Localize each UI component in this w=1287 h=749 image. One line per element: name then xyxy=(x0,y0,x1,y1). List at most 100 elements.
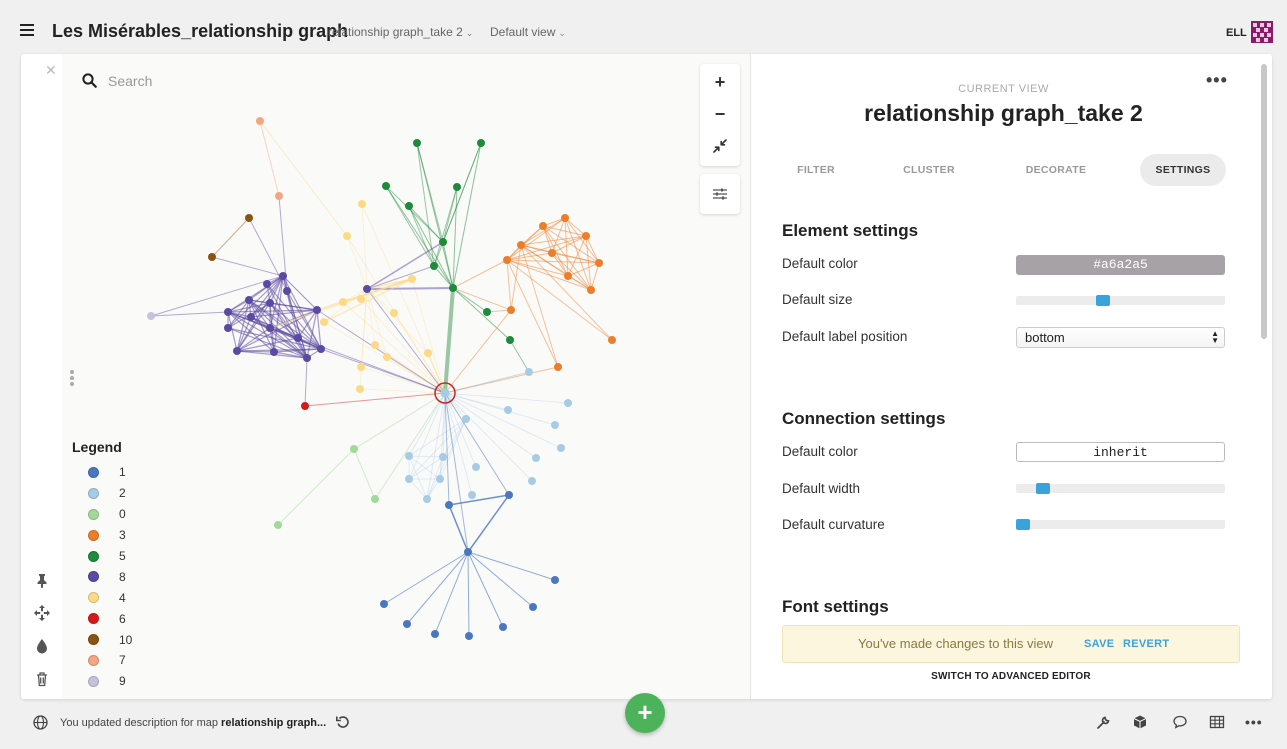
slider-thumb[interactable] xyxy=(1016,519,1030,530)
graph-edge[interactable] xyxy=(361,203,368,290)
graph-edge[interactable] xyxy=(304,357,308,407)
graph-edge[interactable] xyxy=(509,339,530,373)
graph-node[interactable] xyxy=(445,501,453,509)
close-icon[interactable]: ✕ xyxy=(45,62,57,79)
connection-default-color-field[interactable]: inherit xyxy=(1016,442,1225,462)
legend-item[interactable]: 8 xyxy=(72,566,132,587)
graph-node[interactable] xyxy=(608,336,616,344)
fit-to-screen-button[interactable] xyxy=(700,130,740,162)
graph-edge[interactable] xyxy=(360,366,446,394)
graph-node[interactable] xyxy=(371,495,379,503)
graph-edge[interactable] xyxy=(211,217,250,258)
graph-node[interactable] xyxy=(350,445,358,453)
graph-node[interactable] xyxy=(477,139,485,147)
graph-node[interactable] xyxy=(224,324,232,332)
cube-icon[interactable] xyxy=(1132,714,1148,730)
graph-node[interactable] xyxy=(548,249,556,257)
graph-node[interactable] xyxy=(317,345,325,353)
graph-node[interactable] xyxy=(439,238,447,246)
graph-edge[interactable] xyxy=(443,287,455,394)
slider-thumb[interactable] xyxy=(1035,483,1050,494)
graph-node[interactable] xyxy=(303,354,311,362)
graph-node[interactable] xyxy=(449,284,457,292)
graph-node[interactable] xyxy=(529,603,537,611)
undo-icon[interactable] xyxy=(336,715,350,734)
graph-node[interactable] xyxy=(551,576,559,584)
graph-node[interactable] xyxy=(256,117,264,125)
legend-item[interactable]: 6 xyxy=(72,608,132,629)
graph-edge[interactable] xyxy=(467,494,510,553)
graph-node[interactable] xyxy=(343,232,351,240)
zoom-in-button[interactable]: + xyxy=(700,66,740,98)
move-icon[interactable] xyxy=(34,605,50,621)
graph-edge[interactable] xyxy=(434,551,469,635)
graph-node[interactable] xyxy=(506,336,514,344)
graph-node[interactable] xyxy=(551,421,559,429)
graph-edge[interactable] xyxy=(433,142,482,267)
legend-item[interactable]: 10 xyxy=(72,629,132,650)
legend-item[interactable]: 5 xyxy=(72,546,132,567)
graph-node[interactable] xyxy=(357,363,365,371)
graph-edge[interactable] xyxy=(520,244,559,368)
drag-handle[interactable] xyxy=(70,370,74,388)
save-button[interactable]: SAVE xyxy=(1084,626,1114,662)
graph-edge[interactable] xyxy=(452,287,488,313)
graph-node[interactable] xyxy=(532,454,540,462)
graph-node[interactable] xyxy=(356,385,364,393)
tab-cluster[interactable]: CLUSTER xyxy=(889,154,969,186)
graph-node[interactable] xyxy=(413,139,421,147)
graph-node[interactable] xyxy=(440,388,450,398)
graph-node[interactable] xyxy=(504,406,512,414)
graph-edge[interactable] xyxy=(359,388,446,394)
graph-node[interactable] xyxy=(147,312,155,320)
graph-node[interactable] xyxy=(245,214,253,222)
legend-item[interactable]: 3 xyxy=(72,525,132,546)
legend-item[interactable]: 4 xyxy=(72,587,132,608)
graph-node[interactable] xyxy=(561,214,569,222)
graph-node[interactable] xyxy=(462,415,470,423)
graph-edge[interactable] xyxy=(467,551,470,637)
graph-node[interactable] xyxy=(505,491,513,499)
graph-node[interactable] xyxy=(320,318,328,326)
more-options-icon[interactable]: ••• xyxy=(1245,714,1262,730)
graph-edge[interactable] xyxy=(383,551,469,605)
graph-node[interactable] xyxy=(503,256,511,264)
connection-curvature-slider[interactable] xyxy=(1016,519,1225,530)
graph-node[interactable] xyxy=(301,402,309,410)
graph-node[interactable] xyxy=(403,620,411,628)
graph-node[interactable] xyxy=(525,368,533,376)
graph-node[interactable] xyxy=(405,475,413,483)
graph-node[interactable] xyxy=(266,299,274,307)
graph-edge[interactable] xyxy=(259,120,280,197)
graph-node[interactable] xyxy=(371,341,379,349)
graph-node[interactable] xyxy=(224,308,232,316)
tab-filter[interactable]: FILTER xyxy=(781,154,851,186)
graph-node[interactable] xyxy=(517,241,525,249)
graph-edge[interactable] xyxy=(467,551,556,581)
legend-item[interactable]: 1 xyxy=(72,462,132,483)
graph-node[interactable] xyxy=(436,475,444,483)
graph-node[interactable] xyxy=(528,477,536,485)
graph-node[interactable] xyxy=(208,253,216,261)
graph-edge[interactable] xyxy=(277,448,355,526)
zoom-out-button[interactable]: − xyxy=(700,98,740,130)
graph-node[interactable] xyxy=(274,521,282,529)
add-element-button[interactable]: + xyxy=(625,693,665,733)
graph-edge[interactable] xyxy=(467,551,534,608)
graph-edge[interactable] xyxy=(452,142,482,289)
graph-node[interactable] xyxy=(483,308,491,316)
graph-node[interactable] xyxy=(465,632,473,640)
graph-node[interactable] xyxy=(283,287,291,295)
graph-node[interactable] xyxy=(263,280,271,288)
graph-node[interactable] xyxy=(557,444,565,452)
graph-node[interactable] xyxy=(539,222,547,230)
relationship-graph[interactable] xyxy=(62,54,750,699)
avatar[interactable] xyxy=(1251,21,1273,43)
graph-node[interactable] xyxy=(472,463,480,471)
graph-edge[interactable] xyxy=(444,392,473,496)
advanced-editor-link[interactable]: SWITCH TO ADVANCED EDITOR xyxy=(751,671,1271,682)
table-icon[interactable] xyxy=(1209,714,1225,730)
graph-node[interactable] xyxy=(564,272,572,280)
graph-node[interactable] xyxy=(507,306,515,314)
map-title[interactable]: Les Misérables_relationship graph xyxy=(52,21,348,42)
